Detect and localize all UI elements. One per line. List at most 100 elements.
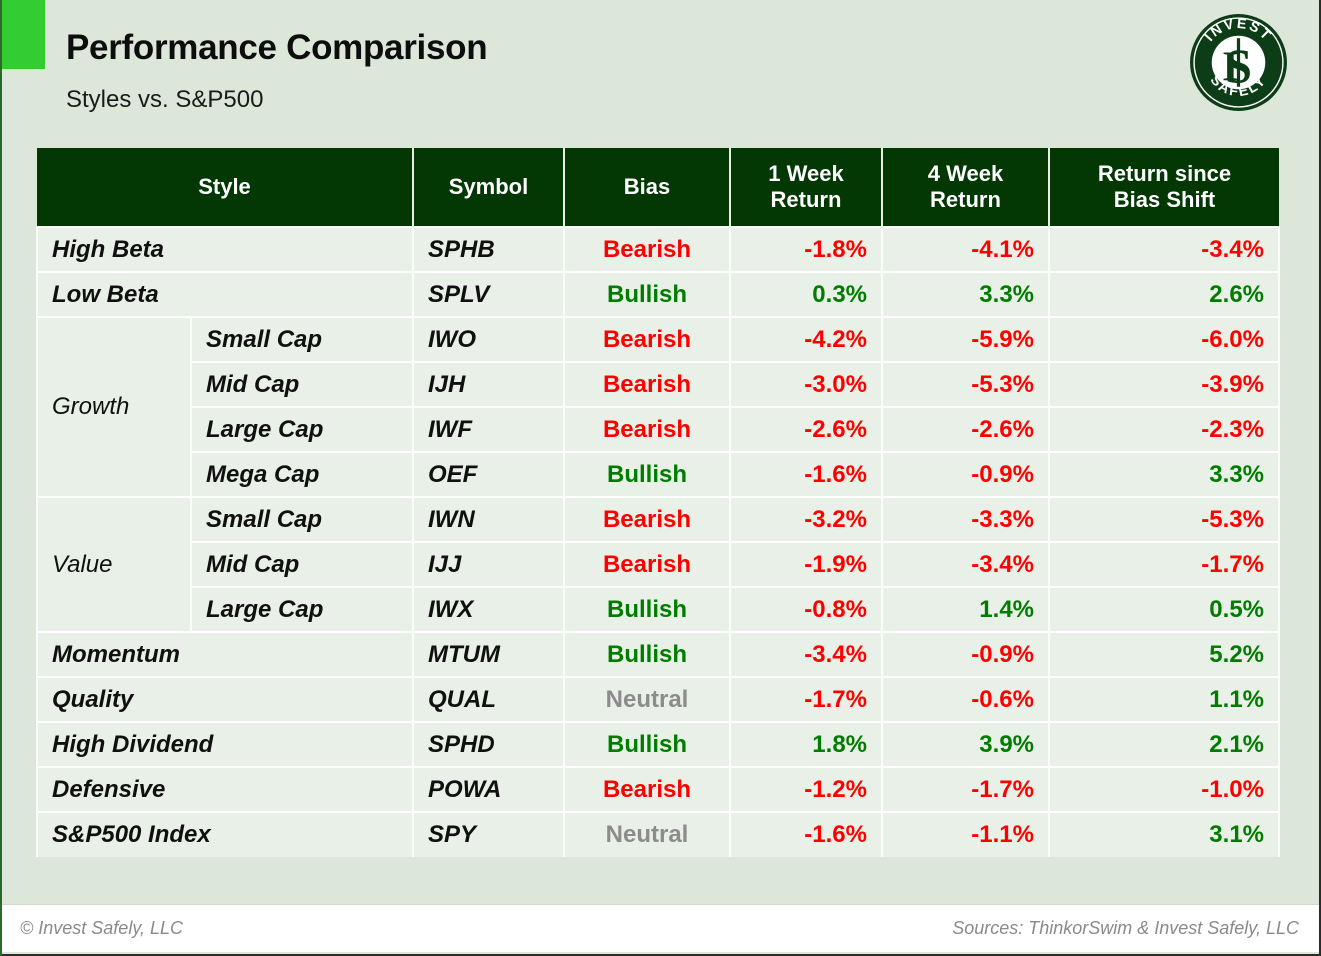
header-line-1: Return since <box>1097 161 1232 187</box>
footer: © Invest Safely, LLC Sources: ThinkorSwi… <box>2 904 1319 952</box>
column-header-symbol[interactable]: Symbol <box>412 148 565 227</box>
style-name: Mid Cap <box>190 361 414 407</box>
symbol: OEF <box>412 451 565 497</box>
column-header-bias[interactable]: Bias <box>563 148 731 227</box>
performance-table: Style Symbol Bias 1 Week Return 4 Week R… <box>36 148 1280 857</box>
style-name: Large Cap <box>190 586 414 632</box>
symbol: POWA <box>412 766 565 812</box>
return-1-week: -4.2% <box>729 316 883 362</box>
accent-bar <box>2 0 45 69</box>
symbol: IJJ <box>412 541 565 587</box>
footer-copyright: © Invest Safely, LLC <box>20 918 184 938</box>
style-name: Large Cap <box>190 406 414 452</box>
style-name: Defensive <box>36 766 414 812</box>
style-name: Small Cap <box>190 316 414 362</box>
symbol: SPY <box>412 811 565 857</box>
return-1-week: -0.8% <box>729 586 883 632</box>
bias-badge: Neutral <box>563 811 731 857</box>
table-row: Large Cap IWF Bearish -2.6% -2.6% -2.3% <box>37 406 1280 452</box>
return-4-week: -4.1% <box>881 226 1050 272</box>
bias-badge: Bearish <box>563 226 731 272</box>
return-4-week: -5.9% <box>881 316 1050 362</box>
symbol: MTUM <box>412 631 565 677</box>
style-name: Low Beta <box>36 271 414 317</box>
bias-badge: Bullish <box>563 586 731 632</box>
return-since-bias-shift: -2.3% <box>1048 406 1280 452</box>
symbol: SPHD <box>412 721 565 767</box>
column-header-style[interactable]: Style <box>37 148 414 227</box>
return-4-week: -3.3% <box>881 496 1050 542</box>
bias-badge: Bullish <box>563 451 731 497</box>
symbol: IWF <box>412 406 565 452</box>
column-header-4-week-return[interactable]: 4 Week Return <box>881 148 1050 227</box>
table-row: Defensive POWA Bearish -1.2% -1.7% -1.0% <box>36 766 1280 812</box>
symbol: SPHB <box>412 226 565 272</box>
table-row: S&P500 Index SPY Neutral -1.6% -1.1% 3.1% <box>36 811 1280 857</box>
style-name: Quality <box>36 676 414 722</box>
invest-safely-logo: INVEST SAFELY S I <box>1190 14 1287 111</box>
table-row: Growth Small Cap IWO Bearish -4.2% -5.9% -6.0% <box>36 316 1280 497</box>
table-row: Mid Cap IJJ Bearish -1.9% -3.4% -1.7% <box>37 541 1280 587</box>
return-4-week: -1.1% <box>881 811 1050 857</box>
style-group-label: Growth <box>36 316 192 497</box>
bias-badge: Bearish <box>563 766 731 812</box>
table-row: Mega Cap OEF Bullish -1.6% -0.9% 3.3% <box>37 451 1280 497</box>
bias-badge: Neutral <box>563 676 731 722</box>
return-since-bias-shift: -1.0% <box>1048 766 1280 812</box>
return-4-week: 1.4% <box>881 586 1050 632</box>
bias-badge: Bearish <box>563 496 731 542</box>
bias-badge: Bearish <box>563 316 731 362</box>
style-name: Mid Cap <box>190 541 414 587</box>
return-since-bias-shift: -5.3% <box>1048 496 1280 542</box>
column-header-1-week-return[interactable]: 1 Week Return <box>729 148 883 227</box>
bias-badge: Bearish <box>563 541 731 587</box>
return-since-bias-shift: 5.2% <box>1048 631 1280 677</box>
style-name: S&P500 Index <box>36 811 414 857</box>
return-4-week: -1.7% <box>881 766 1050 812</box>
table-row: Low Beta SPLV Bullish 0.3% 3.3% 2.6% <box>36 271 1280 317</box>
header-line-1: 1 Week <box>768 161 844 187</box>
bias-badge: Bearish <box>563 406 731 452</box>
header-line-2: Return <box>770 187 842 212</box>
table-row: High Beta SPHB Bearish -1.8% -4.1% -3.4% <box>36 226 1280 272</box>
return-since-bias-shift: 0.5% <box>1048 586 1280 632</box>
return-since-bias-shift: -1.7% <box>1048 541 1280 587</box>
symbol: IWX <box>412 586 565 632</box>
return-4-week: -0.9% <box>881 631 1050 677</box>
return-since-bias-shift: -3.9% <box>1048 361 1280 407</box>
return-1-week: 1.8% <box>729 721 883 767</box>
style-name: High Dividend <box>36 721 414 767</box>
return-since-bias-shift: 2.6% <box>1048 271 1280 317</box>
header-line-2: Return <box>930 187 1001 212</box>
return-1-week: -1.6% <box>729 451 883 497</box>
style-name: Small Cap <box>190 496 414 542</box>
svg-text:I: I <box>1222 44 1239 91</box>
bias-badge: Bullish <box>563 721 731 767</box>
table-row: Momentum MTUM Bullish -3.4% -0.9% 5.2% <box>36 631 1280 677</box>
footer-sources: Sources: ThinkorSwim & Invest Safely, LL… <box>952 918 1299 938</box>
column-header-return-since-bias-shift[interactable]: Return since Bias Shift <box>1048 148 1279 227</box>
return-1-week: -1.9% <box>729 541 883 587</box>
table-row: Large Cap IWX Bullish -0.8% 1.4% 0.5% <box>37 586 1280 632</box>
return-since-bias-shift: -3.4% <box>1048 226 1280 272</box>
bias-badge: Bearish <box>563 361 731 407</box>
return-4-week: -3.4% <box>881 541 1050 587</box>
symbol: IWO <box>412 316 565 362</box>
bias-badge: Bullish <box>563 271 731 317</box>
return-1-week: -1.8% <box>729 226 883 272</box>
return-since-bias-shift: 3.3% <box>1048 451 1280 497</box>
table-row: Value Small Cap IWN Bearish -3.2% -3.3% -5.3% <box>36 496 1280 632</box>
style-name: Mega Cap <box>190 451 414 497</box>
return-1-week: -3.0% <box>729 361 883 407</box>
return-since-bias-shift: 2.1% <box>1048 721 1280 767</box>
header-line-1: 4 Week <box>927 161 1004 187</box>
symbol: IWN <box>412 496 565 542</box>
style-name: High Beta <box>36 226 414 272</box>
table-header-row: Style Symbol Bias 1 Week Return 4 Week R… <box>37 148 1279 227</box>
symbol: IJH <box>412 361 565 407</box>
bias-badge: Bullish <box>563 631 731 677</box>
return-1-week: -1.6% <box>729 811 883 857</box>
symbol: SPLV <box>412 271 565 317</box>
return-4-week: -5.3% <box>881 361 1050 407</box>
return-1-week: 0.3% <box>729 271 883 317</box>
